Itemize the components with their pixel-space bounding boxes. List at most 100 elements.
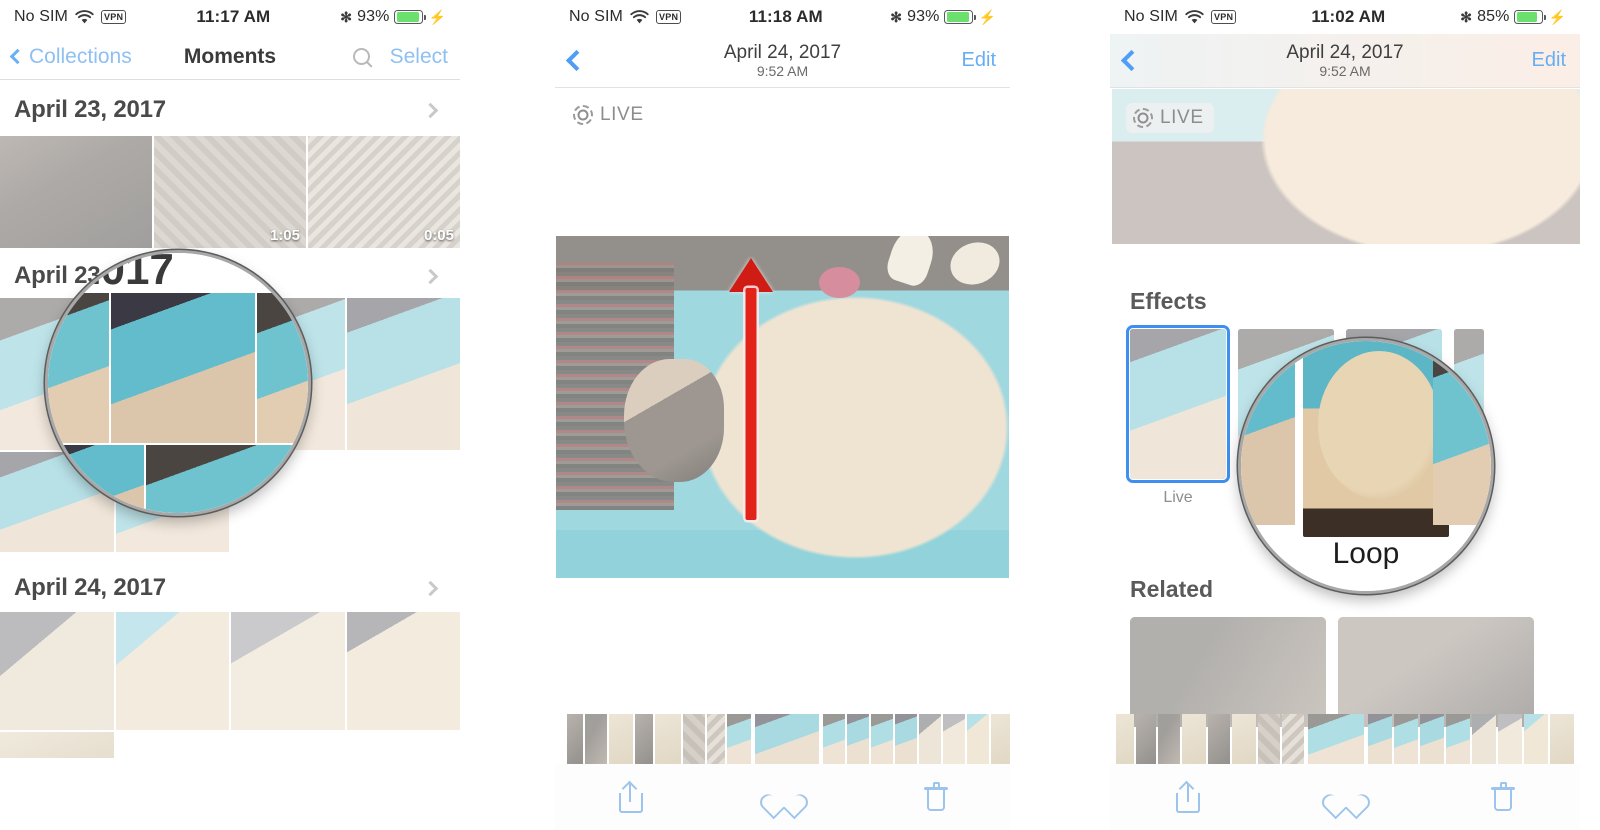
live-photo-label: LIVE [600,104,644,125]
battery-percent: 93% [357,8,390,25]
chevron-right-icon [422,102,439,118]
live-photo-label: LIVE [1160,107,1204,128]
chevron-left-icon [9,48,26,65]
trash-icon[interactable] [1491,782,1515,812]
related-photos-row [1110,603,1580,727]
carrier-label: No SIM [1124,8,1178,25]
photo-thumbnail[interactable] [115,612,229,730]
trash-icon[interactable] [923,782,948,812]
edit-button[interactable]: Edit [1532,49,1566,72]
photo-action-toolbar [1110,764,1580,830]
video-thumbnail[interactable]: 1:05 [154,136,306,248]
navigation-bar: April 24, 2017 9:52 AM Edit [1110,34,1580,88]
battery-icon [944,10,977,24]
magnifier-loupe-loop: Loop [1238,338,1494,594]
photo-grid-april-24-row2 [0,732,460,758]
bluetooth-icon: ✻ [340,8,353,25]
live-photo-icon [1133,108,1153,128]
photo-thumbnail[interactable] [346,612,460,730]
photo-filmstrip[interactable] [555,714,1010,764]
related-photo[interactable] [1130,617,1326,727]
search-icon[interactable] [352,48,370,65]
section-header[interactable]: April 24, 2017 [0,552,460,612]
section-header[interactable]: April 23, 2017 [0,80,460,136]
arrow-head [729,258,773,292]
photo-thumbnail[interactable] [0,136,152,248]
vpn-badge: VPN [1210,10,1237,24]
photo-date-time: April 24, 2017 9:52 AM [1110,42,1580,80]
back-button-label: Collections [29,44,132,68]
status-bar: No SIM VPN 11:18 AM ✻ 93% ⚡ [555,0,1010,34]
effect-label: Live [1163,489,1193,506]
chevron-right-icon [422,268,439,284]
chevron-right-icon [422,580,439,596]
navigation-bar: Collections Moments Select [0,34,460,80]
arrow-shaft [745,288,757,520]
effects-heading: Effects [1130,288,1207,314]
battery-icon [394,10,427,24]
effect-option-live[interactable]: Live [1126,325,1230,507]
status-bar: No SIM VPN 11:17 AM ✻ 93% ⚡ [0,0,460,34]
photo-time: 9:52 AM [756,62,809,79]
photo-thumbnail[interactable] [346,298,460,450]
video-duration: 1:05 [269,227,300,244]
tutorial-screenshot-strip: No SIM VPN 11:17 AM ✻ 93% ⚡ Collections [0,0,1600,830]
photo-grid-april-23: 1:05 0:05 [0,136,460,248]
magnifier-label: Loop [1332,537,1400,570]
magnifier-content: 2017 [48,253,308,513]
swipe-up-gesture-arrow [728,258,774,520]
magnifier-content: Loop [1241,341,1491,591]
vpn-badge: VPN [655,10,682,24]
section-date-label: April 24, 2017 [14,574,166,601]
share-icon[interactable] [618,780,644,813]
clock: 11:18 AM [748,7,823,26]
wifi-icon [1185,9,1204,23]
bluetooth-icon: ✻ [890,8,903,25]
photo-date: April 24, 2017 [723,41,842,63]
photo-date-time: April 24, 2017 9:52 AM [555,42,1010,80]
clock: 11:02 AM [1311,7,1386,26]
effect-thumbnail [1126,325,1230,483]
photo-overlay-wash [556,236,1009,578]
live-photo-icon [573,105,593,125]
photo-time: 9:52 AM [1319,62,1371,79]
video-duration: 0:05 [423,227,454,244]
section-date-label: April 23, 2017 [14,96,166,123]
back-button-collections[interactable]: Collections [9,44,132,69]
battery-icon [1514,10,1547,24]
photo-action-toolbar [555,764,1010,830]
main-photo[interactable] [556,236,1009,578]
video-thumbnail[interactable]: 0:05 [308,136,460,248]
photo-thumbnail[interactable] [231,612,345,730]
back-button[interactable] [565,49,588,72]
photo-thumbnail[interactable] [0,732,114,758]
related-photo[interactable] [1338,617,1534,727]
carrier-label: No SIM [14,8,68,25]
magnifier-loupe: 2017 [45,250,311,516]
panel-moments-grid: No SIM VPN 11:17 AM ✻ 93% ⚡ Collections [0,0,460,830]
panel-photo-viewer: No SIM VPN 11:18 AM ✻ 93% ⚡ April 24, 20… [555,0,1010,830]
photo-filmstrip[interactable] [1110,714,1580,764]
charging-bolt-icon: ⚡ [978,8,996,25]
clock: 11:17 AM [196,7,271,26]
photo-thumbnail[interactable] [0,612,114,730]
bluetooth-icon: ✻ [1460,8,1473,25]
select-button[interactable]: Select [390,45,448,69]
back-button[interactable] [1120,49,1143,72]
carrier-label: No SIM [569,8,623,25]
photo-grid-april-24 [0,612,460,730]
heart-icon[interactable] [756,784,811,819]
status-bar: No SIM VPN 11:02 AM ✻ 85% ⚡ [1110,0,1580,34]
heart-icon[interactable] [1318,784,1374,819]
live-photo-badge[interactable]: LIVE [1126,103,1214,133]
page-title: Moments [183,44,277,68]
navigation-bar: April 24, 2017 9:52 AM Edit [555,34,1010,88]
photo-date: April 24, 2017 [1286,41,1404,63]
live-photo-badge[interactable]: LIVE [573,104,1010,126]
wifi-icon [75,9,94,23]
wifi-icon [630,9,649,23]
edit-button[interactable]: Edit [962,49,996,72]
scrolled-photo[interactable]: LIVE [1112,89,1580,244]
share-icon[interactable] [1175,780,1201,813]
charging-bolt-icon: ⚡ [428,8,446,25]
